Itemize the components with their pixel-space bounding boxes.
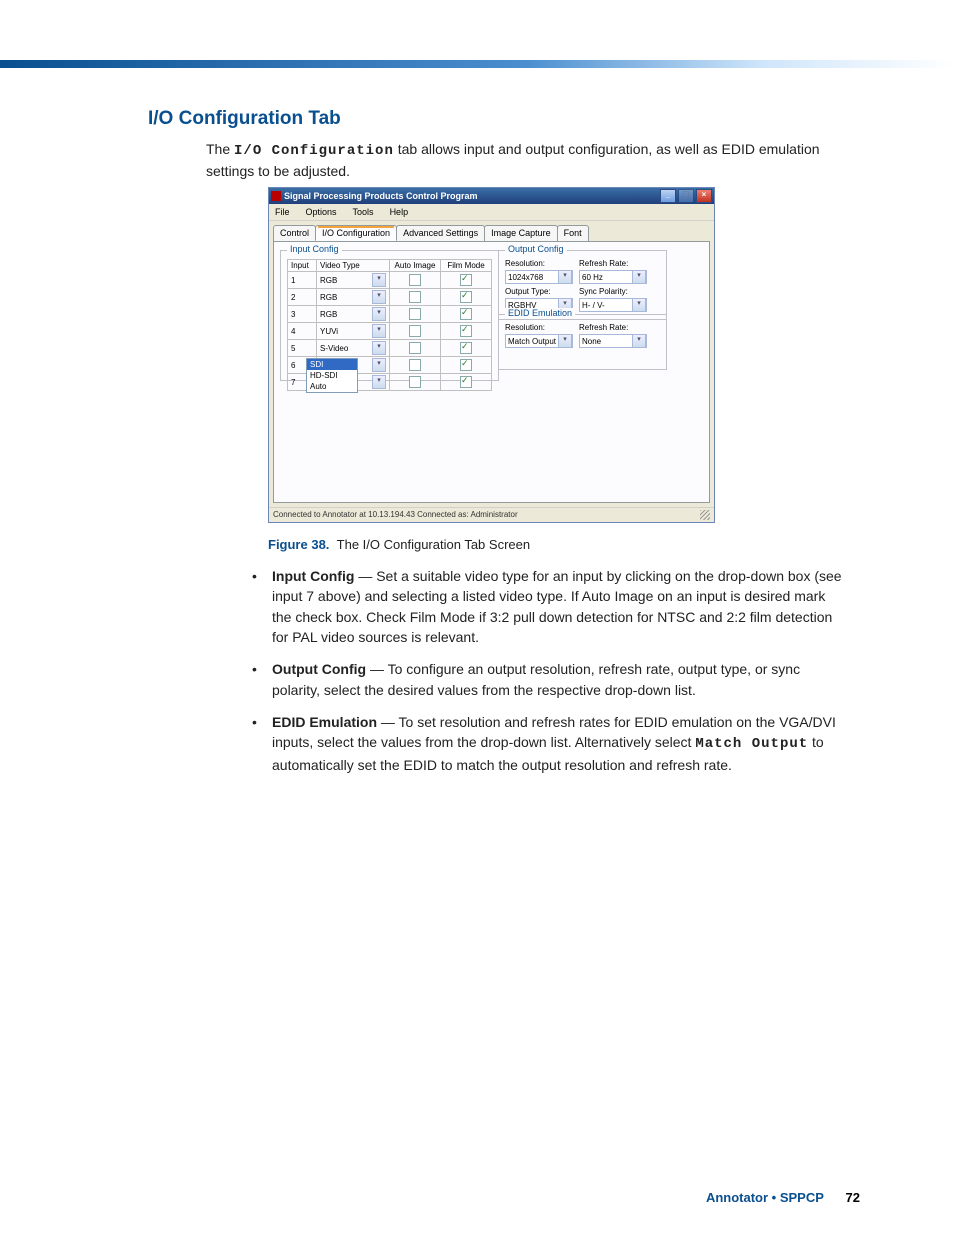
app-window: Signal Processing Products Control Progr…: [268, 187, 715, 523]
edid-resolution-dropdown[interactable]: Match Output▾: [505, 334, 573, 348]
footer-title: Annotator • SPPCP: [706, 1190, 824, 1205]
lbl-refresh: Refresh Rate:: [579, 259, 647, 268]
chevron-down-icon: ▾: [372, 341, 386, 355]
auto-image-checkbox[interactable]: [409, 342, 421, 354]
group-label-edid: EDID Emulation: [505, 308, 575, 318]
input-row-4: 4 YUVi▾: [288, 323, 492, 340]
tab-bar: Control I/O Configuration Advanced Setti…: [269, 221, 714, 241]
col-video-type: Video Type: [317, 260, 390, 272]
chevron-down-icon: ▾: [372, 375, 386, 389]
film-mode-checkbox[interactable]: [460, 359, 472, 371]
input-row-3: 3 RGB▾: [288, 306, 492, 323]
option-hd-sdi[interactable]: HD-SDI: [307, 370, 357, 381]
window-minimize-button[interactable]: _: [660, 189, 676, 203]
tab-image-capture[interactable]: Image Capture: [484, 225, 558, 241]
bullet-output-config: Output Config — To configure an output r…: [248, 659, 848, 700]
window-title: Signal Processing Products Control Progr…: [271, 191, 478, 201]
menu-help[interactable]: Help: [388, 206, 411, 218]
intro-paragraph: The I/O Configuration tab allows input a…: [206, 140, 848, 181]
auto-image-checkbox[interactable]: [409, 376, 421, 388]
menu-options[interactable]: Options: [304, 206, 339, 218]
col-film-mode: Film Mode: [441, 260, 492, 272]
menu-tools[interactable]: Tools: [351, 206, 376, 218]
group-edid-emulation: EDID Emulation Resolution: Match Output▾…: [498, 314, 667, 370]
auto-image-checkbox[interactable]: [409, 325, 421, 337]
resize-grip-icon[interactable]: [700, 510, 710, 520]
chevron-down-icon: ▾: [632, 298, 646, 312]
input-row-5: 5 S-Video▾: [288, 340, 492, 357]
group-label-input: Input Config: [287, 244, 342, 254]
option-auto[interactable]: Auto: [307, 381, 357, 392]
lbl-edid-resolution: Resolution:: [505, 323, 573, 332]
bullet-list: Input Config — Set a suitable video type…: [248, 566, 848, 775]
chevron-down-icon: ▾: [372, 307, 386, 321]
chevron-down-icon: ▾: [372, 273, 386, 287]
intro-mono: I/O Configuration: [234, 143, 394, 159]
chevron-down-icon: ▾: [372, 290, 386, 304]
film-mode-checkbox[interactable]: [460, 308, 472, 320]
window-close-button[interactable]: ×: [696, 189, 712, 203]
lbl-resolution: Resolution:: [505, 259, 573, 268]
page-footer: Annotator • SPPCP 72: [706, 1190, 860, 1205]
bullet-edid-emulation: EDID Emulation — To set resolution and r…: [248, 712, 848, 775]
group-label-output: Output Config: [505, 244, 567, 254]
input-row-2: 2 RGB▾: [288, 289, 492, 306]
section-heading: I/O Configuration Tab: [148, 108, 848, 130]
chevron-down-icon: ▾: [632, 334, 646, 348]
video-type-dropdown-list[interactable]: SDI HD-SDI Auto: [306, 358, 358, 393]
option-sdi[interactable]: SDI: [307, 359, 357, 370]
film-mode-checkbox[interactable]: [460, 291, 472, 303]
figure-title: The I/O Configuration Tab Screen: [337, 537, 530, 552]
tab-control[interactable]: Control: [273, 225, 316, 241]
window-titlebar[interactable]: Signal Processing Products Control Progr…: [269, 188, 714, 204]
chevron-down-icon: ▾: [558, 270, 572, 284]
resolution-dropdown[interactable]: 1024x768▾: [505, 270, 573, 284]
status-text: Connected to Annotator at 10.13.194.43 C…: [273, 510, 518, 520]
chevron-down-icon: ▾: [372, 358, 386, 372]
chevron-down-icon: ▾: [632, 270, 646, 284]
video-type-dropdown[interactable]: RGB▾: [320, 290, 386, 304]
chevron-down-icon: ▾: [372, 324, 386, 338]
app-logo-icon: [271, 191, 281, 201]
chevron-down-icon: ▾: [558, 334, 572, 348]
row-num: 1: [288, 272, 317, 289]
window-restore-button: ☐: [678, 189, 694, 203]
tab-font[interactable]: Font: [557, 225, 589, 241]
bullet-input-config: Input Config — Set a suitable video type…: [248, 566, 848, 647]
tab-advanced-settings[interactable]: Advanced Settings: [396, 225, 485, 241]
status-bar: Connected to Annotator at 10.13.194.43 C…: [269, 507, 714, 522]
refresh-dropdown[interactable]: 60 Hz▾: [579, 270, 647, 284]
lbl-output-type: Output Type:: [505, 287, 573, 296]
auto-image-checkbox[interactable]: [409, 274, 421, 286]
figure-number: Figure 38.: [268, 537, 329, 552]
auto-image-checkbox[interactable]: [409, 359, 421, 371]
edid-refresh-dropdown[interactable]: None▾: [579, 334, 647, 348]
film-mode-checkbox[interactable]: [460, 325, 472, 337]
window-title-text: Signal Processing Products Control Progr…: [284, 191, 478, 201]
group-input-config: Input Config Input Video Type Auto Image…: [280, 250, 499, 381]
video-type-dropdown[interactable]: RGB▾: [320, 273, 386, 287]
sync-polarity-dropdown[interactable]: H- / V-▾: [579, 298, 647, 312]
auto-image-checkbox[interactable]: [409, 291, 421, 303]
col-auto-image: Auto Image: [390, 260, 441, 272]
footer-page: 72: [846, 1190, 860, 1205]
film-mode-checkbox[interactable]: [460, 342, 472, 354]
menu-bar: File Options Tools Help: [269, 204, 714, 221]
video-type-dropdown[interactable]: S-Video▾: [320, 341, 386, 355]
auto-image-checkbox[interactable]: [409, 308, 421, 320]
film-mode-checkbox[interactable]: [460, 274, 472, 286]
tab-io-configuration[interactable]: I/O Configuration: [315, 225, 397, 241]
input-row-1: 1 RGB▾: [288, 272, 492, 289]
video-type-dropdown[interactable]: RGB▾: [320, 307, 386, 321]
tab-panel: Input Config Input Video Type Auto Image…: [273, 241, 710, 503]
col-input: Input: [288, 260, 317, 272]
intro-pre: The: [206, 141, 234, 157]
film-mode-checkbox[interactable]: [460, 376, 472, 388]
menu-file[interactable]: File: [273, 206, 292, 218]
video-type-dropdown[interactable]: YUVi▾: [320, 324, 386, 338]
lbl-edid-refresh: Refresh Rate:: [579, 323, 647, 332]
page-top-band: [0, 60, 954, 68]
figure-caption: Figure 38. The I/O Configuration Tab Scr…: [268, 537, 848, 552]
lbl-sync-polarity: Sync Polarity:: [579, 287, 647, 296]
